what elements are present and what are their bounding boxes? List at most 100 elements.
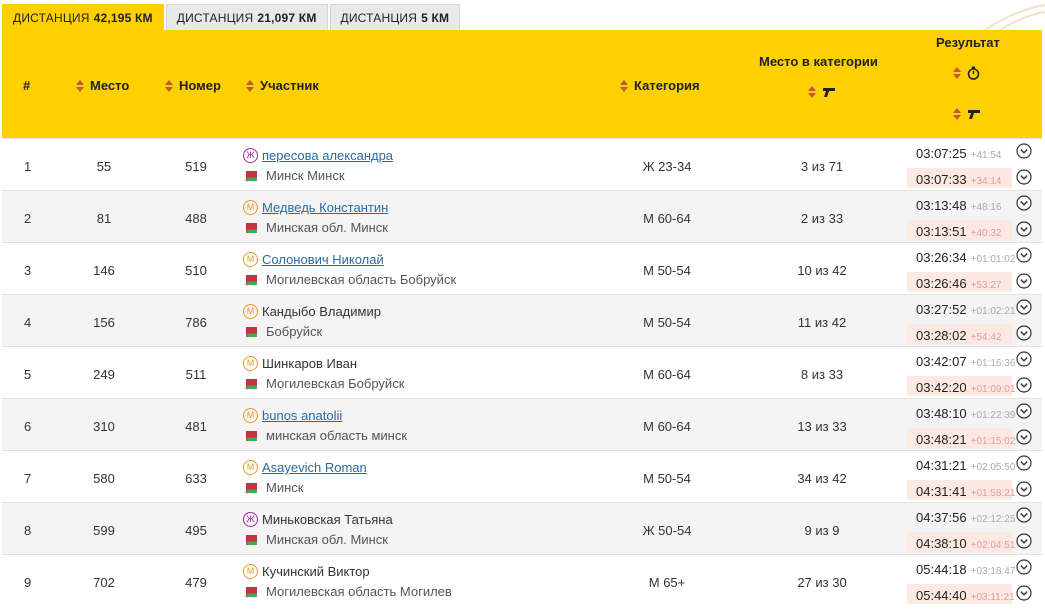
participant-city: минская область минск (266, 428, 408, 443)
bib-number: 495 (185, 523, 207, 538)
distance-tabs: ДИСТАНЦИЯ 42,195 КМ ДИСТАНЦИЯ 21,097 КМ ДИ… (2, 4, 462, 30)
table-row: 7 580 633 М Asayevich Roman Минск М 50-54 34 из… (2, 450, 1042, 502)
participant-name[interactable]: bunos anatolii (262, 408, 342, 423)
participant-name-line: М Шинкаров Иван (243, 356, 357, 371)
category: Ж 50-54 (642, 523, 692, 538)
category: М 60-64 (643, 367, 691, 382)
column-label: Место в категории (759, 54, 878, 69)
chip-time-gap: +01:22:39 (970, 410, 1016, 421)
tab-distance-5k[interactable]: ДИСТАНЦИЯ 5 КМ (329, 4, 461, 30)
tab-label-value: 42,195 КМ (93, 10, 153, 25)
chevron-down-circle-icon[interactable] (1016, 299, 1032, 315)
gender-badge-icon: М (243, 304, 258, 319)
belarus-flag-icon (243, 430, 257, 441)
chevron-down-circle-icon[interactable] (1016, 247, 1032, 263)
column-header-place[interactable]: Место (76, 78, 129, 93)
chevron-down-circle-icon[interactable] (1016, 325, 1032, 341)
category-place-sort[interactable] (808, 86, 836, 98)
sort-arrows-icon[interactable] (76, 79, 85, 92)
category-place: 8 из 33 (800, 367, 844, 382)
tab-distance-21k[interactable]: ДИСТАНЦИЯ 21,097 КМ (165, 4, 328, 30)
sort-arrows-icon[interactable] (953, 67, 962, 79)
chevron-down-circle-icon[interactable] (1016, 481, 1032, 497)
gender-badge-icon: Ж (243, 512, 258, 527)
participant-city-line: Могилевская область Могилев (243, 584, 452, 599)
table-row: 8 599 495 Ж Миньковская Татьяна Минская обл. … (2, 502, 1042, 554)
chip-time: 04:31:21 +02:05:50 (916, 458, 1015, 473)
gun-time-gap: +34:14 (970, 176, 1002, 187)
participant-name-line: М Кучинский Виктор (243, 564, 370, 579)
results-table-header: # Место Номер Участник Категория Место в… (2, 30, 1042, 138)
overall-place: 702 (93, 575, 115, 590)
chevron-down-circle-icon[interactable] (1016, 169, 1032, 185)
tab-distance-42k[interactable]: ДИСТАНЦИЯ 42,195 КМ (2, 4, 164, 30)
participant-name[interactable]: Медведь Константин (262, 200, 388, 215)
participant-city: Минская обл. Минск (266, 532, 388, 547)
gun-time-value: 04:38:10 (916, 536, 967, 551)
category-place: 34 из 42 (797, 471, 847, 486)
category-place: 9 из 9 (804, 523, 840, 538)
gender-badge-icon: Ж (243, 148, 258, 163)
participant-city: Могилевская Бобруйск (266, 376, 405, 391)
gun-time-gap: +02:04:51 (970, 540, 1016, 551)
result-chip-sort[interactable] (953, 66, 980, 80)
belarus-flag-icon (243, 326, 257, 337)
gun-time-gap: +53:27 (970, 280, 1002, 291)
results-table-body: 1 55 519 Жпересова александра Минск Минск Ж 2… (2, 138, 1042, 606)
chevron-down-circle-icon[interactable] (1016, 533, 1032, 549)
chevron-down-circle-icon[interactable] (1016, 455, 1032, 471)
chevron-down-circle-icon[interactable] (1016, 351, 1032, 367)
column-header-participant[interactable]: Участник (246, 78, 319, 93)
sort-arrows-icon[interactable] (246, 79, 255, 92)
sort-arrows-icon[interactable] (620, 79, 629, 92)
sort-arrows-icon[interactable] (165, 79, 174, 92)
bib-number: 488 (185, 211, 207, 226)
chip-time-value: 03:26:34 (916, 250, 967, 265)
gun-time-gap: +01:09:01 (970, 384, 1016, 395)
chevron-down-circle-icon[interactable] (1016, 429, 1032, 445)
participant-city-line: Минск Минск (243, 168, 345, 183)
column-header-category[interactable]: Категория (620, 78, 700, 93)
category: М 65+ (648, 575, 686, 590)
sort-arrows-icon[interactable] (953, 108, 962, 120)
chip-time-value: 03:27:52 (916, 302, 967, 317)
gender-badge-icon: М (243, 356, 258, 371)
sort-arrows-icon[interactable] (808, 86, 817, 98)
overall-place: 249 (93, 367, 115, 382)
participant-name[interactable]: Солонович Николай (262, 252, 384, 267)
participant-name[interactable]: пересова александра (262, 148, 393, 163)
participant-name-line: М Кандыбо Владимир (243, 304, 381, 319)
participant-name-line: М Медведь Константин (243, 200, 388, 215)
chevron-down-circle-icon[interactable] (1016, 195, 1032, 211)
gun-time: 05:44:40 +03:11:21 (916, 588, 1015, 603)
chevron-down-circle-icon[interactable] (1016, 585, 1032, 601)
participant-city: Минская обл. Минск (266, 220, 388, 235)
chip-time-value: 03:13:48 (916, 198, 967, 213)
chevron-down-circle-icon[interactable] (1016, 507, 1032, 523)
category: Ж 23-34 (642, 159, 692, 174)
participant-city: Минск Минск (266, 168, 345, 183)
overall-place: 81 (96, 211, 112, 226)
row-number: 2 (24, 211, 32, 226)
chevron-down-circle-icon[interactable] (1016, 273, 1032, 289)
category-place: 27 из 30 (797, 575, 847, 590)
column-header-bib[interactable]: Номер (165, 78, 221, 93)
overall-place: 156 (93, 315, 115, 330)
belarus-flag-icon (243, 482, 257, 493)
chevron-down-circle-icon[interactable] (1016, 559, 1032, 575)
participant-name[interactable]: Asayevich Roman (262, 460, 367, 475)
bib-number: 510 (185, 263, 207, 278)
chevron-down-circle-icon[interactable] (1016, 143, 1032, 159)
chevron-down-circle-icon[interactable] (1016, 377, 1032, 393)
participant-city-line: Бобруйск (243, 324, 322, 339)
tab-label-prefix: ДИСТАНЦИЯ (340, 10, 418, 25)
table-row: 3 146 510 М Солонович Николай Могилевская обл… (2, 242, 1042, 294)
participant-city-line: минская область минск (243, 428, 407, 443)
participant-name-line: Ж Миньковская Татьяна (243, 512, 393, 527)
chip-time-gap: +01:16:36 (970, 358, 1016, 369)
result-gun-sort[interactable] (953, 108, 981, 120)
chevron-down-circle-icon[interactable] (1016, 221, 1032, 237)
bib-number: 511 (185, 367, 207, 382)
category-place: 13 из 33 (797, 419, 847, 434)
chevron-down-circle-icon[interactable] (1016, 403, 1032, 419)
